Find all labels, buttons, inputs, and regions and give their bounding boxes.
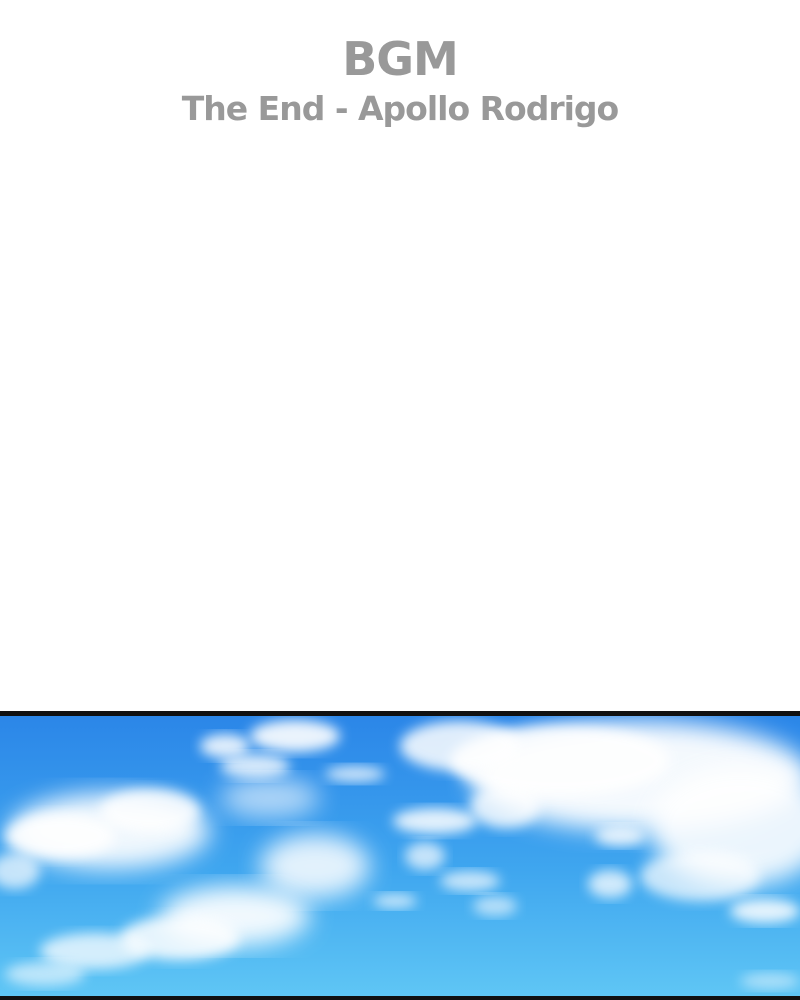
- sky-clouds-illustration: [0, 716, 800, 996]
- sky-panel: [0, 711, 800, 1000]
- bgm-label: BGM: [342, 32, 459, 86]
- track-title: The End - Apollo Rodrigo: [181, 89, 619, 128]
- comic-page: BGM The End - Apollo Rodrigo: [0, 0, 800, 1000]
- bgm-header: BGM The End - Apollo Rodrigo: [0, 30, 800, 130]
